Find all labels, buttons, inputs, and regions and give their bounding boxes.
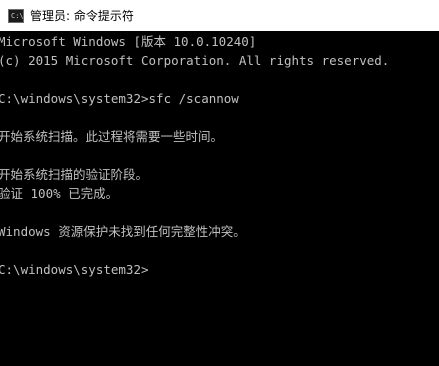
console-line-scan-start: 开始系统扫描。此过程将需要一些时间。 <box>0 129 224 144</box>
console-prompt[interactable]: C:\windows\system32> <box>0 260 439 279</box>
console-line-copyright: (c) 2015 Microsoft Corporation. All righ… <box>0 53 390 68</box>
cmd-icon: C:\ <box>8 8 24 23</box>
command-prompt-window[interactable]: C:\ 管理员: 命令提示符 Microsoft Windows [版本 10.… <box>0 0 439 366</box>
console-line-result: Windows 资源保护未找到任何完整性冲突。 <box>0 224 246 239</box>
console-line-verify-phase: 开始系统扫描的验证阶段。 <box>0 167 149 182</box>
console-output[interactable]: Microsoft Windows [版本 10.0.10240] (c) 20… <box>0 31 439 366</box>
console-line-command: C:\windows\system32>sfc /scannow <box>0 91 239 106</box>
console-line-verify-complete: 验证 100% 已完成。 <box>0 186 119 201</box>
title-bar[interactable]: C:\ 管理员: 命令提示符 <box>0 0 439 31</box>
console-line-version: Microsoft Windows [版本 10.0.10240] <box>0 34 257 49</box>
window-title: 管理员: 命令提示符 <box>30 9 134 23</box>
